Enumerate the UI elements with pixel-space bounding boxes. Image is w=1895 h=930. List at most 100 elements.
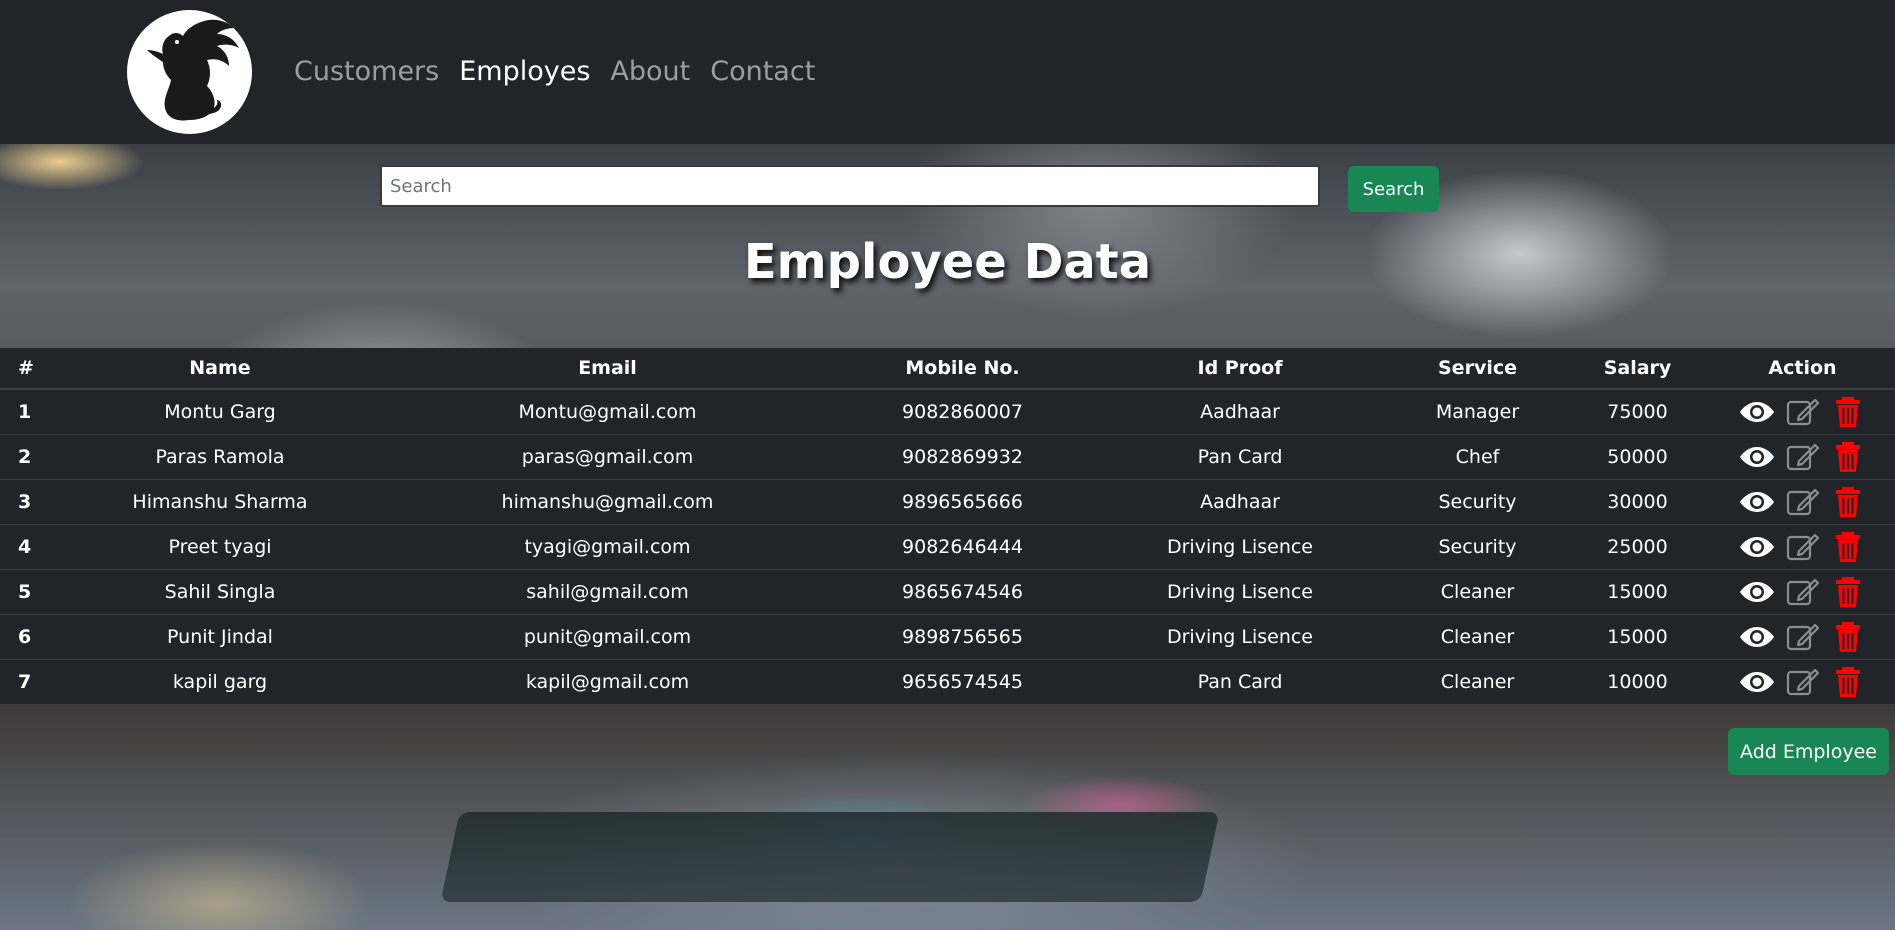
cell-number: 5 [0,569,60,615]
cell-salary: 50000 [1565,434,1710,480]
cell-email: sahil@gmail.com [380,569,835,615]
cell-number: 4 [0,524,60,570]
cell-email: punit@gmail.com [380,614,835,660]
cell-mobile: 9865674546 [835,569,1090,615]
cell-id-proof: Pan Card [1090,434,1390,480]
page-title: Employee Data [743,234,1152,290]
view-eye-icon[interactable] [1739,396,1775,428]
cell-number: 1 [0,389,60,435]
cell-email: paras@gmail.com [380,434,835,480]
delete-trash-icon[interactable] [1831,621,1867,653]
view-eye-icon[interactable] [1739,576,1775,608]
cell-mobile: 9082869932 [835,434,1090,480]
delete-trash-icon[interactable] [1831,441,1867,473]
cell-number: 3 [0,479,60,525]
edit-icon[interactable] [1785,441,1821,473]
cell-mobile: 9898756565 [835,614,1090,660]
cell-name: Punit Jindal [60,614,380,660]
table-row: 3 Himanshu Sharma himanshu@gmail.com 989656… [0,479,1895,525]
nav-link-about[interactable]: About [610,52,690,92]
edit-icon[interactable] [1785,396,1821,428]
search-input[interactable] [380,165,1320,207]
view-eye-icon[interactable] [1739,441,1775,473]
table-body: 1 Montu Garg Montu@gmail.com 9082860007 Aadh… [0,389,1895,705]
cell-mobile: 9082646444 [835,524,1090,570]
cell-id-proof: Aadhaar [1090,389,1390,435]
row-actions [1710,576,1895,608]
cell-action [1710,434,1895,480]
table-row: 4 Preet tyagi tyagi@gmail.com 9082646444 Dri… [0,524,1895,570]
column-header-salary: Salary [1565,348,1710,390]
view-eye-icon[interactable] [1739,621,1775,653]
cell-mobile: 9082860007 [835,389,1090,435]
column-header-id-proof: Id Proof [1090,348,1390,390]
nav-link-contact[interactable]: Contact [710,52,815,92]
navbar: Customers Employes About Contact [0,0,1895,145]
edit-icon[interactable] [1785,666,1821,698]
column-header-action: Action [1710,348,1895,390]
edit-icon[interactable] [1785,576,1821,608]
cell-service: Security [1390,524,1565,570]
cell-action [1710,524,1895,570]
cell-id-proof: Aadhaar [1090,479,1390,525]
row-actions [1710,486,1895,518]
cell-salary: 15000 [1565,614,1710,660]
delete-trash-icon[interactable] [1831,486,1867,518]
view-eye-icon[interactable] [1739,531,1775,563]
cell-service: Manager [1390,389,1565,435]
delete-trash-icon[interactable] [1831,396,1867,428]
add-employee-button[interactable]: Add Employee [1728,728,1889,775]
griffin-logo-icon[interactable] [127,10,252,134]
cell-name: Preet tyagi [60,524,380,570]
cell-action [1710,659,1895,705]
cell-service: Cleaner [1390,659,1565,705]
cell-email: tyagi@gmail.com [380,524,835,570]
table-row: 7 kapil garg kapil@gmail.com 9656574545 Pan … [0,659,1895,705]
delete-trash-icon[interactable] [1831,666,1867,698]
cell-service: Chef [1390,434,1565,480]
cell-id-proof: Driving Lisence [1090,524,1390,570]
row-actions [1710,531,1895,563]
cell-name: Paras Ramola [60,434,380,480]
edit-icon[interactable] [1785,531,1821,563]
cell-action [1710,479,1895,525]
view-eye-icon[interactable] [1739,486,1775,518]
cell-salary: 75000 [1565,389,1710,435]
nav-link-employes[interactable]: Employes [459,52,590,92]
cell-action [1710,569,1895,615]
cell-number: 6 [0,614,60,660]
cell-action [1710,389,1895,435]
cell-salary: 10000 [1565,659,1710,705]
edit-icon[interactable] [1785,486,1821,518]
column-header-service: Service [1390,348,1565,390]
view-eye-icon[interactable] [1739,666,1775,698]
cell-name: Montu Garg [60,389,380,435]
row-actions [1710,666,1895,698]
cell-number: 7 [0,659,60,705]
edit-icon[interactable] [1785,621,1821,653]
delete-trash-icon[interactable] [1831,531,1867,563]
cell-mobile: 9896565666 [835,479,1090,525]
cell-salary: 15000 [1565,569,1710,615]
employee-table: # Name Email Mobile No. Id Proof Service… [0,348,1895,705]
column-header-number: # [0,348,60,390]
cell-name: Sahil Singla [60,569,380,615]
cell-service: Cleaner [1390,614,1565,660]
table-row: 6 Punit Jindal punit@gmail.com 9898756565 Dr… [0,614,1895,660]
delete-trash-icon[interactable] [1831,576,1867,608]
cell-service: Cleaner [1390,569,1565,615]
cell-action [1710,614,1895,660]
row-actions [1710,621,1895,653]
column-header-mobile: Mobile No. [835,348,1090,390]
cell-name: Himanshu Sharma [60,479,380,525]
cell-service: Security [1390,479,1565,525]
cell-email: kapil@gmail.com [380,659,835,705]
table-row: 2 Paras Ramola paras@gmail.com 9082869932 Pa… [0,434,1895,480]
search-button[interactable]: Search [1348,166,1439,212]
column-header-email: Email [380,348,835,390]
cell-email: himanshu@gmail.com [380,479,835,525]
cell-id-proof: Driving Lisence [1090,569,1390,615]
cell-salary: 30000 [1565,479,1710,525]
row-actions [1710,441,1895,473]
nav-link-customers[interactable]: Customers [294,52,439,92]
